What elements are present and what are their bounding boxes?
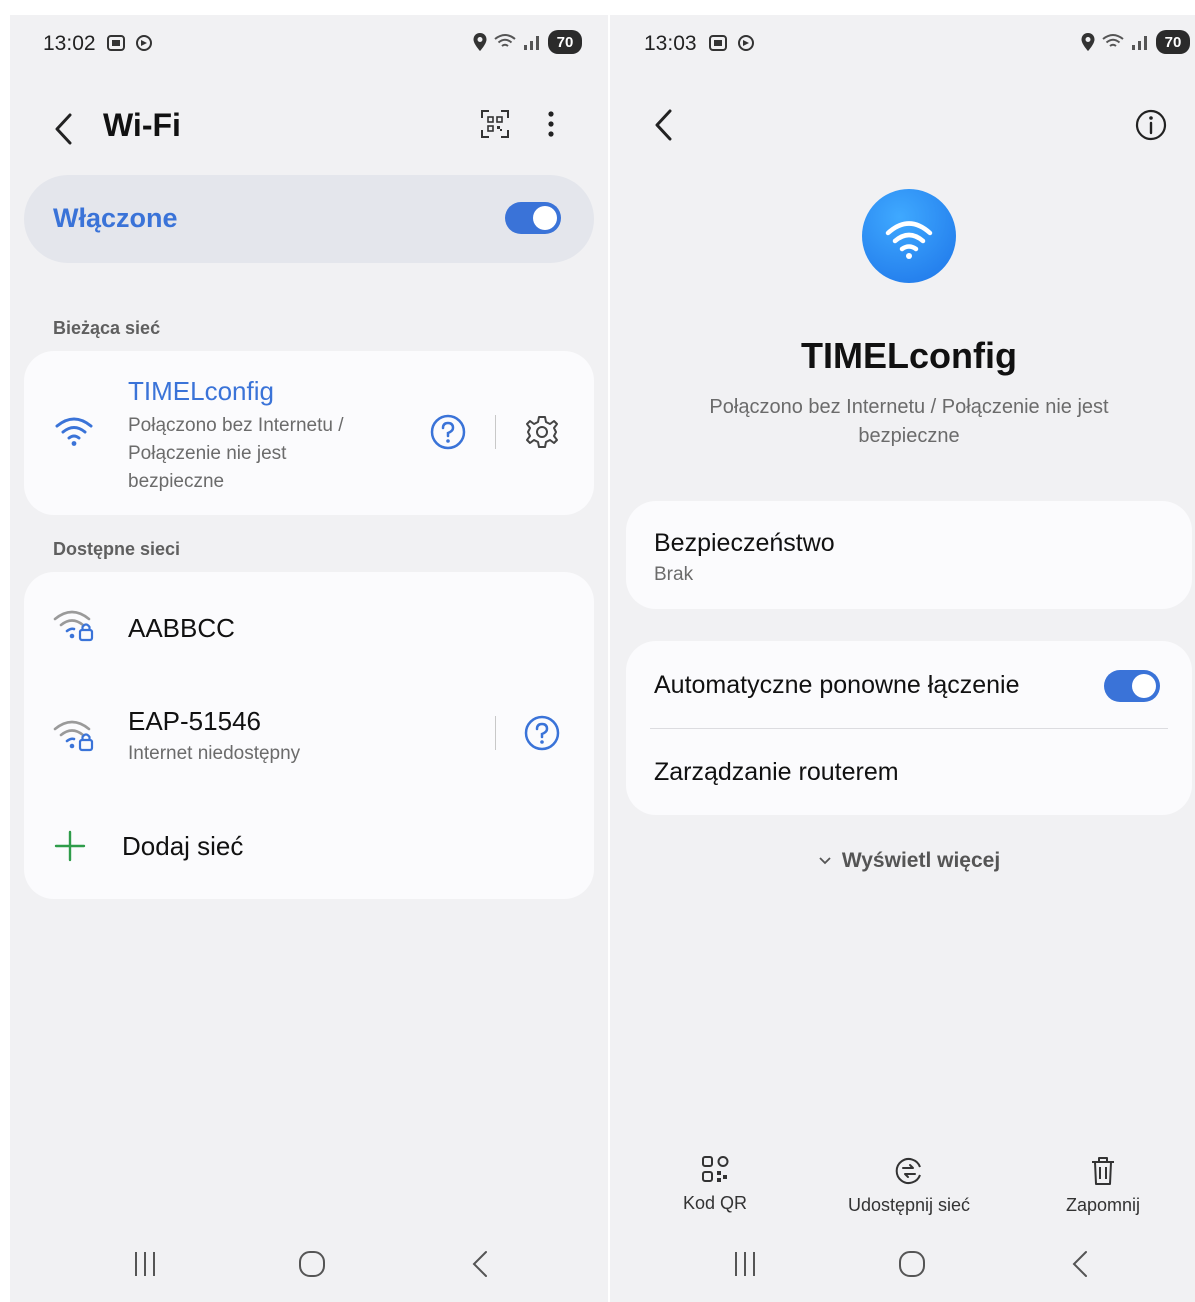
battery-indicator: 70: [1156, 30, 1190, 54]
wifi-large-icon: [862, 189, 956, 283]
auto-reconnect-row[interactable]: Automatyczne ponowne łączenie: [626, 641, 1192, 729]
qr-code-label: Kod QR: [682, 1193, 748, 1213]
network-name: AABBCC: [128, 613, 235, 643]
auto-reconnect-toggle[interactable]: [1104, 670, 1160, 702]
screenshot-icon: [709, 35, 727, 51]
recent-apps-icon[interactable]: [132, 1250, 158, 1278]
page-title: Wi-Fi: [103, 107, 181, 143]
network-details-screen: 13:03 70 TIMELconfig Połączono bez Inter…: [610, 15, 1195, 1302]
current-network-status: Połączono bez Internetu / Połączenie nie…: [128, 415, 344, 492]
signal-icon: [524, 36, 539, 50]
show-more-button[interactable]: Wyświetl więcej: [610, 849, 1195, 873]
wifi-locked-icon: [53, 610, 94, 642]
help-icon[interactable]: [430, 414, 466, 450]
trash-icon: [1092, 1157, 1114, 1185]
info-icon[interactable]: [1135, 109, 1167, 141]
recent-apps-icon[interactable]: [732, 1250, 758, 1278]
network-status: Internet niedostępny: [128, 743, 301, 764]
available-networks-section-label: Dostępne sieci: [53, 539, 181, 559]
app-notification-icon: [738, 35, 754, 51]
network-status: Połączono bez Internetu / Połączenie nie…: [709, 396, 1109, 447]
forget-button[interactable]: Zapomnij: [1023, 1155, 1183, 1216]
chevron-down-icon: [819, 857, 831, 865]
current-network-card[interactable]: TIMELconfig Połączono bez Internetu / Po…: [24, 351, 594, 515]
app-notification-icon: [136, 35, 152, 51]
home-icon[interactable]: [298, 1250, 326, 1278]
status-notification-icons: [708, 33, 756, 53]
share-network-label: Udostępnij sieć: [847, 1195, 971, 1215]
wifi-list-screen: 13:02 70 Wi-Fi Włączone Bieżąca sieć TIM…: [10, 15, 608, 1302]
back-arrow-icon[interactable]: [652, 107, 676, 143]
security-card[interactable]: Bezpieczeństwo Brak: [626, 501, 1192, 609]
available-networks-card: AABBCC EAP-51546 Internet niedostępny Do…: [24, 572, 594, 899]
status-time: 13:03: [644, 32, 697, 55]
network-row-aabbcc[interactable]: AABBCC: [24, 572, 594, 667]
qr-code-button[interactable]: Kod QR: [635, 1155, 795, 1214]
status-system-icons: 70: [472, 30, 582, 54]
wifi-enabled-label: Włączone: [53, 203, 178, 233]
divider: [495, 716, 496, 750]
divider: [495, 415, 496, 449]
system-navigation-bar: [10, 1232, 608, 1302]
more-options-icon[interactable]: [543, 109, 559, 141]
wifi-symbol-icon: [885, 221, 933, 259]
share-network-icon: [895, 1158, 921, 1184]
signal-icon: [1132, 36, 1147, 50]
gear-icon[interactable]: [524, 414, 560, 450]
wifi-status-icon: [1102, 34, 1124, 47]
home-icon[interactable]: [898, 1250, 926, 1278]
location-icon: [473, 33, 487, 51]
back-nav-icon[interactable]: [470, 1250, 490, 1278]
router-management-row[interactable]: Zarządzanie routerem: [626, 729, 1192, 815]
forget-label: Zapomnij: [1065, 1195, 1141, 1215]
security-value: Brak: [654, 564, 694, 585]
wifi-master-toggle-row[interactable]: Włączone: [24, 175, 594, 263]
current-network-section-label: Bieżąca sieć: [53, 318, 161, 338]
add-network-row[interactable]: Dodaj sieć: [24, 812, 594, 882]
wifi-status-icon: [494, 34, 516, 47]
router-management-label: Zarządzanie routerem: [654, 758, 899, 786]
status-notification-icons: [106, 33, 154, 53]
network-title: TIMELconfig: [801, 335, 1017, 376]
wifi-locked-icon: [53, 720, 94, 752]
back-arrow-icon[interactable]: [52, 111, 76, 147]
auto-reconnect-label: Automatyczne ponowne łączenie: [654, 671, 1020, 699]
show-more-label: Wyświetl więcej: [841, 849, 1001, 872]
qr-code-icon: [702, 1156, 729, 1182]
add-network-label: Dodaj sieć: [122, 831, 244, 861]
help-icon[interactable]: [524, 715, 560, 751]
share-network-button[interactable]: Udostępnij sieć: [829, 1155, 989, 1216]
wifi-connected-icon: [55, 417, 93, 446]
system-navigation-bar: [610, 1232, 1195, 1302]
network-name: EAP-51546: [128, 706, 261, 736]
battery-indicator: 70: [548, 30, 582, 54]
security-title: Bezpieczeństwo: [654, 529, 835, 557]
location-icon: [1081, 33, 1095, 51]
qr-scan-icon[interactable]: [480, 109, 510, 139]
settings-card: Automatyczne ponowne łączenie Zarządzani…: [626, 641, 1192, 815]
current-network-name: TIMELconfig: [128, 376, 274, 406]
status-system-icons: 70: [1080, 30, 1190, 54]
status-time: 13:02: [43, 32, 96, 55]
back-nav-icon[interactable]: [1070, 1250, 1090, 1278]
network-row-eap-51546[interactable]: EAP-51546 Internet niedostępny: [24, 690, 594, 790]
wifi-toggle-switch[interactable]: [505, 202, 561, 234]
plus-icon: [54, 830, 86, 862]
screenshot-icon: [107, 35, 125, 51]
